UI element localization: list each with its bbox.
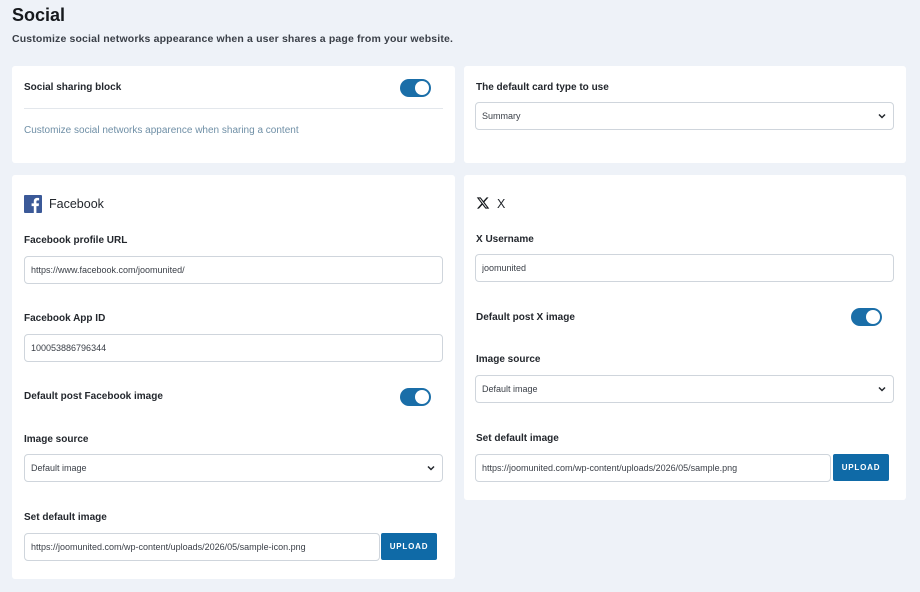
social-sharing-card: Social sharing block Customize social ne… [12,66,455,163]
card-type-label: The default card type to use [476,82,609,93]
facebook-profile-url-input[interactable] [24,256,443,284]
x-logo-icon [476,197,490,209]
toggle-knob [415,390,429,404]
facebook-icon [24,195,42,213]
x-set-default-image-label: Set default image [476,433,559,444]
facebook-card: Facebook Facebook profile URL Facebook A… [12,175,455,579]
toggle-knob [866,310,880,324]
x-image-source-value: Default image [482,384,538,394]
x-card: X X Username Default post X image Image … [464,175,906,500]
facebook-app-id-input[interactable] [24,334,443,362]
facebook-title: Facebook [49,197,104,211]
facebook-image-source-value: Default image [31,463,87,473]
facebook-upload-button[interactable]: UPLOAD [381,533,437,560]
social-sharing-hint: Customize social networks apparence when… [24,125,299,136]
chevron-down-icon [427,465,435,471]
x-username-input[interactable] [475,254,894,282]
x-default-image-url-input[interactable] [475,454,831,482]
facebook-default-image-toggle-label: Default post Facebook image [24,391,163,402]
x-username-label: X Username [476,234,534,245]
x-image-source-select[interactable]: Default image [475,375,894,403]
facebook-image-source-select[interactable]: Default image [24,454,443,482]
facebook-image-source-label: Image source [24,434,89,445]
facebook-default-image-toggle[interactable] [400,388,431,406]
x-image-source-label: Image source [476,354,541,365]
facebook-profile-url-label: Facebook profile URL [24,235,128,246]
page-subtitle: Customize social networks appearance whe… [12,33,454,45]
social-sharing-toggle[interactable] [400,79,431,97]
x-upload-button[interactable]: UPLOAD [833,454,889,481]
x-title: X [497,197,506,211]
x-default-image-toggle-label: Default post X image [476,312,575,323]
chevron-down-icon [878,113,886,119]
chevron-down-icon [878,386,886,392]
card-type-selected-value: Summary [482,111,521,121]
x-default-image-toggle[interactable] [851,308,882,326]
facebook-app-id-label: Facebook App ID [24,313,106,324]
social-sharing-label: Social sharing block [24,82,122,93]
toggle-knob [415,81,429,95]
card-type-select[interactable]: Summary [475,102,894,130]
page-title: Social [12,5,66,25]
facebook-default-image-url-input[interactable] [24,533,380,561]
facebook-set-default-image-label: Set default image [24,512,107,523]
divider [24,108,443,109]
card-type-card: The default card type to use Summary [464,66,906,163]
